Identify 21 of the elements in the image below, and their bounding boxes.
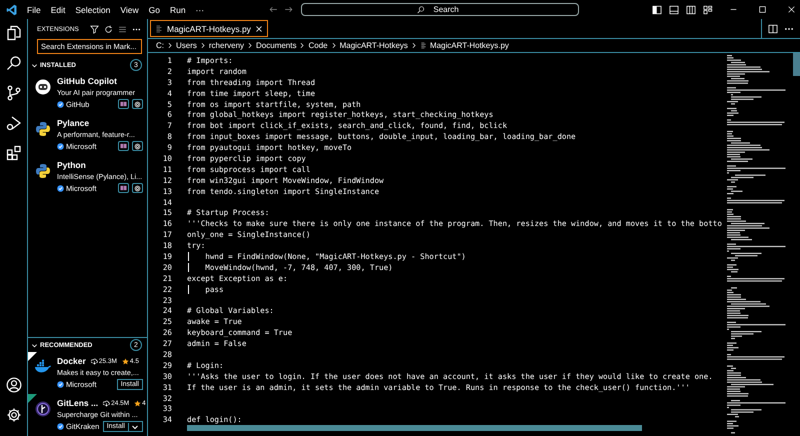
menu-item[interactable]: Run — [164, 2, 191, 16]
breadcrumb-item[interactable]: Documents — [256, 41, 296, 50]
extension-name[interactable]: Python — [57, 160, 86, 170]
breadcrumb-item[interactable]: MagicART-Hotkeys — [340, 41, 408, 50]
menu-item[interactable]: Edit — [46, 2, 70, 16]
editor-tab[interactable]: MagicART-Hotkeys.py — [150, 20, 268, 37]
menu-item[interactable]: File — [22, 2, 46, 16]
extension-name[interactable]: GitLens ... — [57, 398, 98, 408]
menu-item[interactable]: View — [115, 2, 144, 16]
breadcrumb-item[interactable]: MagicART-Hotkeys.py — [430, 41, 509, 50]
breadcrumb-item[interactable]: rcherveny — [208, 41, 244, 50]
breadcrumb-item[interactable]: Users — [176, 41, 197, 50]
extension-name[interactable]: Pylance — [57, 118, 90, 128]
extension-name[interactable]: Docker — [57, 356, 86, 366]
menu-item[interactable]: Selection — [70, 2, 116, 16]
search-field[interactable]: Search — [301, 3, 580, 16]
breadcrumb-item[interactable]: Code — [308, 41, 328, 50]
breadcrumb-item[interactable]: C: — [156, 41, 164, 50]
extension-name[interactable]: GitHub Copilot — [57, 76, 117, 86]
menu-item[interactable]: Go — [144, 2, 165, 16]
menu-item[interactable]: ··· — [190, 2, 210, 16]
